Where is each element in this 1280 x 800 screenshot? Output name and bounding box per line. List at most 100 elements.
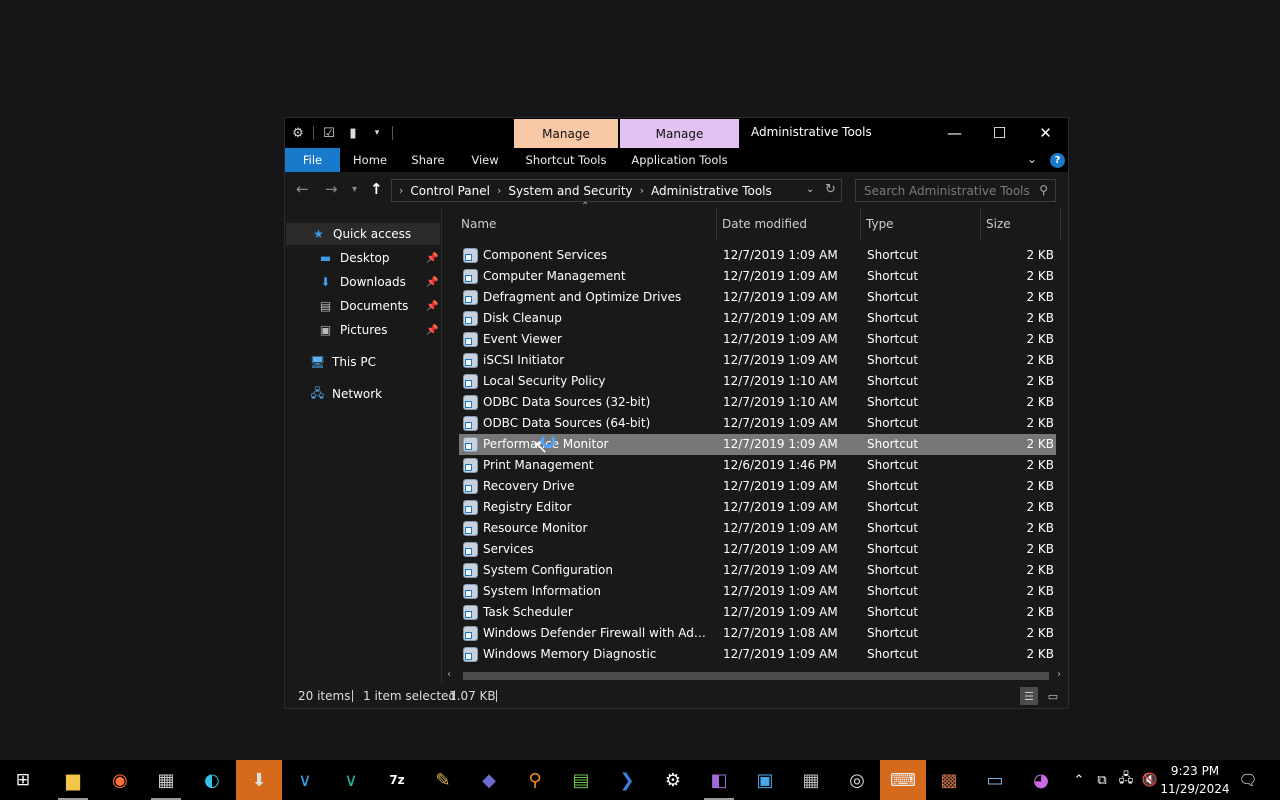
table-row[interactable]: Print Management 12/6/2019 1:46 PM Shortcu… xyxy=(459,455,1056,476)
file-explorer-icon[interactable]: ▆ xyxy=(50,760,96,800)
column-divider[interactable] xyxy=(860,208,861,240)
tab-file[interactable]: File xyxy=(285,148,340,172)
table-row[interactable]: Component Services 12/7/2019 1:09 AM Short… xyxy=(459,245,1056,266)
table-row[interactable]: Registry Editor 12/7/2019 1:09 AM Shortcut… xyxy=(459,497,1056,518)
pin-icon[interactable]: 📌 xyxy=(426,277,438,288)
volume-muted-icon[interactable]: 🔇 xyxy=(1140,760,1160,800)
nav-item-downloads[interactable]: ⬇ Downloads 📌 xyxy=(317,271,441,293)
visual-studio-icon[interactable]: ◧ xyxy=(696,760,742,800)
table-row[interactable]: Services 12/7/2019 1:09 AM Shortcut 2 KB xyxy=(459,539,1056,560)
notepad-icon[interactable]: ▤ xyxy=(558,760,604,800)
scroll-right-icon[interactable]: › xyxy=(1057,669,1061,680)
new-folder-icon[interactable]: ▮ xyxy=(344,124,362,142)
back-arrow-icon[interactable]: ← xyxy=(296,180,309,198)
column-header-name[interactable]: Name xyxy=(461,208,496,240)
pin-icon[interactable]: 📌 xyxy=(426,301,438,312)
firefox-icon[interactable]: ◉ xyxy=(97,760,143,800)
search-everything-icon[interactable]: ⚲ xyxy=(512,760,558,800)
column-header-date[interactable]: Date modified xyxy=(722,208,807,240)
monitor-icon[interactable]: ▭ xyxy=(972,760,1018,800)
clock[interactable]: 9:23 PM 11/29/2024 xyxy=(1158,762,1232,798)
column-header-type[interactable]: Type xyxy=(866,208,894,240)
minimize-button[interactable]: — xyxy=(932,118,977,148)
qat-dropdown-icon[interactable]: ▾ xyxy=(368,124,386,142)
nav-item-pictures[interactable]: ▣ Pictures 📌 xyxy=(317,319,441,341)
nav-item-this-pc[interactable]: 🖥 This PC xyxy=(309,351,439,373)
large-icons-view-icon[interactable]: ▭ xyxy=(1044,687,1062,705)
table-row[interactable]: ODBC Data Sources (64-bit) 12/7/2019 1:09… xyxy=(459,413,1056,434)
properties-icon[interactable]: ⚙ xyxy=(289,124,307,142)
installer-icon[interactable]: ⬇ xyxy=(236,760,282,800)
table-row[interactable]: Windows Memory Diagnostic 12/7/2019 1:09 … xyxy=(459,644,1056,665)
table-row[interactable]: System Information 12/7/2019 1:09 AM Short… xyxy=(459,581,1056,602)
pin-icon[interactable]: 📌 xyxy=(426,253,438,264)
tab-shortcut-tools[interactable]: Shortcut Tools xyxy=(514,148,618,172)
show-hidden-icons-icon[interactable]: ⌃ xyxy=(1070,760,1088,800)
expand-ribbon-icon[interactable]: ⌄ xyxy=(1027,152,1037,166)
scroll-left-icon[interactable]: ‹ xyxy=(447,669,451,680)
shortcut-manage-tab[interactable]: Manage xyxy=(514,119,618,148)
table-row[interactable]: Computer Management 12/7/2019 1:09 AM Shor… xyxy=(459,266,1056,287)
tools-icon[interactable]: ▦ xyxy=(788,760,834,800)
breadcrumb-administrative-tools[interactable]: Administrative Tools xyxy=(651,184,772,198)
address-dropdown-icon[interactable]: ⌄ xyxy=(806,184,814,195)
notepad-plus-plus-icon[interactable]: ✎ xyxy=(420,760,466,800)
network-status-icon[interactable]: 🖧 xyxy=(1116,760,1136,800)
column-divider[interactable] xyxy=(716,208,717,240)
breadcrumb-control-panel[interactable]: Control Panel xyxy=(410,184,490,198)
notification-app-icon[interactable]: ⧉ xyxy=(1092,760,1112,800)
search-box[interactable]: Search Administrative Tools ⚲ xyxy=(855,179,1056,202)
up-arrow-icon[interactable]: ↑ xyxy=(370,180,383,198)
table-row[interactable]: Windows Defender Firewall with Advanc...… xyxy=(459,623,1056,644)
visual-studio-code-icon[interactable]: ∨ xyxy=(282,760,328,800)
tab-share[interactable]: Share xyxy=(403,148,453,172)
table-row[interactable]: Recovery Drive 12/7/2019 1:09 AM Shortcut 2… xyxy=(459,476,1056,497)
table-row[interactable]: Local Security Policy 12/7/2019 1:10 AM Sh… xyxy=(459,371,1056,392)
horizontal-scrollbar[interactable]: ‹ › xyxy=(443,668,1068,684)
column-divider[interactable] xyxy=(980,208,981,240)
pin-icon[interactable]: 📌 xyxy=(426,325,438,336)
tab-home[interactable]: Home xyxy=(345,148,395,172)
table-row[interactable]: System Configuration 12/7/2019 1:09 AM Sho… xyxy=(459,560,1056,581)
compass-icon[interactable]: ◎ xyxy=(834,760,880,800)
tab-application-tools[interactable]: Application Tools xyxy=(620,148,739,172)
keyboard-icon[interactable]: ⌨ xyxy=(880,760,926,800)
remote-desktop-icon[interactable]: ▣ xyxy=(742,760,788,800)
tab-view[interactable]: View xyxy=(460,148,510,172)
refresh-icon[interactable]: ↻ xyxy=(825,182,836,197)
breadcrumb-chevron-icon[interactable]: › xyxy=(399,184,403,197)
details-view-icon[interactable]: ☰ xyxy=(1020,687,1038,705)
settings-icon[interactable]: ⚙ xyxy=(650,760,696,800)
sublime-icon[interactable]: ◆ xyxy=(466,760,512,800)
nav-item-desktop[interactable]: ▬ Desktop 📌 xyxy=(317,247,441,269)
start-icon[interactable]: ⊞ xyxy=(0,760,46,800)
visual-studio-code-insiders-icon[interactable]: ∨ xyxy=(328,760,374,800)
nav-item-documents[interactable]: ▤ Documents 📌 xyxy=(317,295,441,317)
table-row[interactable]: Resource Monitor 12/7/2019 1:09 AM Shortcu… xyxy=(459,518,1056,539)
address-bar[interactable]: › Control Panel › System and Security › … xyxy=(391,179,842,202)
nav-item-network[interactable]: 🖧 Network xyxy=(309,383,439,405)
action-center-icon[interactable]: 🗨 xyxy=(1236,760,1260,800)
column-header-size[interactable]: Size xyxy=(986,208,1011,240)
table-row[interactable]: ODBC Data Sources (32-bit) 12/7/2019 1:10… xyxy=(459,392,1056,413)
close-button[interactable]: ✕ xyxy=(1023,118,1068,148)
game-icon[interactable]: ◕ xyxy=(1018,760,1064,800)
breadcrumb-chevron-icon[interactable]: › xyxy=(640,184,644,197)
computer-icon[interactable]: ▦ xyxy=(143,760,189,800)
breadcrumb-system-and-security[interactable]: System and Security xyxy=(508,184,632,198)
seven-zip-icon[interactable]: 7z xyxy=(374,760,420,800)
package-icon[interactable]: ▩ xyxy=(926,760,972,800)
table-row[interactable]: iSCSI Initiator 12/7/2019 1:09 AM Shortcut… xyxy=(459,350,1056,371)
help-icon[interactable]: ? xyxy=(1050,153,1065,168)
nav-item-quick-access[interactable]: ★ Quick access xyxy=(286,223,440,245)
edge-icon[interactable]: ◐ xyxy=(189,760,235,800)
column-divider[interactable] xyxy=(1060,208,1061,240)
powershell-icon[interactable]: ❯ xyxy=(604,760,650,800)
checkmark-icon[interactable]: ☑ xyxy=(320,124,338,142)
application-manage-tab[interactable]: Manage xyxy=(620,119,739,148)
table-row[interactable]: Disk Cleanup 12/7/2019 1:09 AM Shortcut 2 K… xyxy=(459,308,1056,329)
scrollbar-thumb[interactable] xyxy=(463,672,1049,680)
forward-arrow-icon[interactable]: → xyxy=(325,180,338,198)
maximize-button[interactable]: ☐ xyxy=(977,118,1022,148)
table-row[interactable]: Defragment and Optimize Drives 12/7/2019 … xyxy=(459,287,1056,308)
